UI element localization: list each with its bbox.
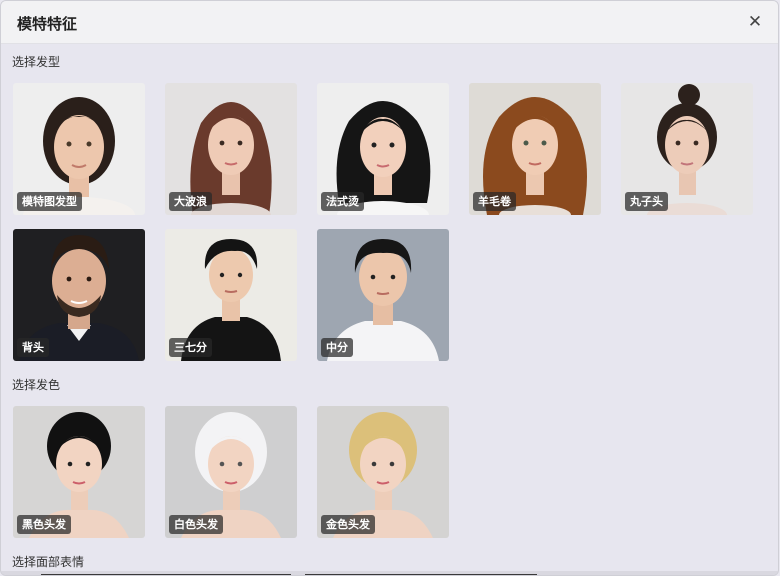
hairstyle-option-french-perm[interactable]: 法式烫 <box>317 83 449 215</box>
hairstyle-option-bun[interactable]: 丸子头 <box>621 83 753 215</box>
hairstyle-option-slicked-back[interactable]: 背头 <box>13 229 145 361</box>
section-label-haircolor: 选择发色 <box>12 378 61 392</box>
hairstyle-option-side-part[interactable]: 三七分 <box>165 229 297 361</box>
haircolor-option-blonde[interactable]: 金色头发 <box>317 406 449 538</box>
dialog-title: 模特特征 <box>17 15 78 33</box>
option-tag: 白色头发 <box>169 515 223 534</box>
option-tag: 羊毛卷 <box>473 192 516 211</box>
option-tag: 丸子头 <box>625 192 668 211</box>
haircolor-option-black[interactable]: 黑色头发 <box>13 406 145 538</box>
section-label-hairstyle: 选择发型 <box>12 55 61 69</box>
option-tag: 三七分 <box>169 338 212 357</box>
option-tag: 法式烫 <box>321 192 364 211</box>
option-tag: 中分 <box>321 338 353 357</box>
option-tag: 金色头发 <box>321 515 375 534</box>
model-features-dialog: 模特特征 ✕ 选择发型 模特图发型 大波浪 法式烫 羊毛卷 丸子头 背头 三七分… <box>0 0 779 576</box>
hairstyle-option-big-waves[interactable]: 大波浪 <box>165 83 297 215</box>
close-icon[interactable]: ✕ <box>746 13 764 31</box>
hairstyle-option-wool-curls[interactable]: 羊毛卷 <box>469 83 601 215</box>
option-tag: 大波浪 <box>169 192 212 211</box>
section-label-expression: 选择面部表情 <box>12 555 85 569</box>
haircolor-option-white[interactable]: 白色头发 <box>165 406 297 538</box>
dialog-titlebar: 模特特征 ✕ <box>1 1 778 44</box>
hairstyle-option-model[interactable]: 模特图发型 <box>13 83 145 215</box>
option-tag: 背头 <box>17 338 49 357</box>
option-tag: 模特图发型 <box>17 192 82 211</box>
next-section-preview <box>1 571 778 575</box>
hairstyle-option-middle-part[interactable]: 中分 <box>317 229 449 361</box>
option-tag: 黑色头发 <box>17 515 71 534</box>
